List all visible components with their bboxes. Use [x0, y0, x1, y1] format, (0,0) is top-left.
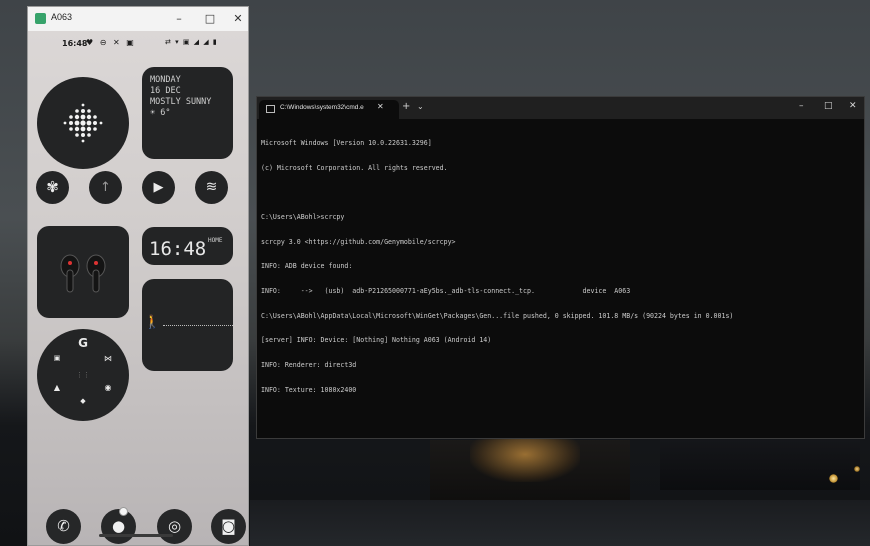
phone-window-titlebar[interactable]: A063 – □ ✕	[28, 7, 248, 31]
spotify-app-icon[interactable]: ≋	[195, 171, 228, 204]
walking-icon: 🚶	[144, 315, 161, 330]
drag-handle-icon: ⋮⋮	[76, 371, 90, 379]
terminal-line: scrcpy 3.0 <https://github.com/Genymobil…	[261, 237, 456, 246]
phone-screen[interactable]: 16:48 ♥ ⊖ ✕ ▣ ⇄ ▾ ▣ ◢ ◢ ▮ MONDAY 16 DEC …	[28, 31, 248, 545]
contacts-icon[interactable]: ▲	[50, 383, 64, 392]
upload-app-icon[interactable]: ↑	[89, 171, 122, 204]
status-system-icons: ⇄ ▾ ▣ ◢ ◢ ▮	[165, 38, 218, 46]
wallpaper-ground	[250, 500, 870, 546]
home-gesture-bar[interactable]	[99, 534, 173, 537]
new-tab-button[interactable]: +	[402, 101, 410, 112]
status-notification-icons: ♥ ⊖ ✕ ▣	[86, 38, 136, 47]
dot-matrix-icon	[63, 103, 103, 143]
weather-temperature: ☀ 6°	[150, 108, 171, 118]
scrcpy-app-icon	[35, 13, 46, 24]
scrcpy-window[interactable]: A063 – □ ✕ 16:48 ♥ ⊖ ✕ ▣ ⇄ ▾ ▣ ◢ ◢ ▮ MON…	[27, 6, 249, 546]
steps-progress-bar	[163, 325, 233, 326]
chrome-icon[interactable]: ◎	[157, 509, 192, 544]
drive-icon[interactable]: ◆	[76, 397, 90, 405]
terminal-titlebar[interactable]: C:\Windows\system32\cmd.e ✕ + ⌄ – □ ✕	[257, 97, 864, 119]
cmd-icon	[266, 105, 275, 113]
weather-condition: MOSTLY SUNNY	[150, 97, 212, 107]
wallpaper-lamp-small	[854, 466, 860, 472]
terminal-window[interactable]: C:\Windows\system32\cmd.e ✕ + ⌄ – □ ✕ Mi…	[256, 96, 865, 439]
terminal-line: C:\Users\ABohl>scrcpy	[261, 213, 345, 222]
weather-date: 16 DEC	[150, 86, 181, 96]
terminal-tab-title: C:\Windows\system32\cmd.e	[280, 104, 364, 111]
terminal-line: Microsoft Windows [Version 10.0.22631.32…	[261, 139, 432, 148]
weather-day: MONDAY	[150, 75, 181, 85]
phone-maximize-button[interactable]: □	[200, 10, 220, 28]
camera-icon[interactable]: ◙	[211, 509, 246, 544]
terminal-maximize-button[interactable]: □	[824, 101, 833, 111]
terminal-line: [server] INFO: Device: [Nothing] Nothing…	[261, 336, 492, 345]
earbuds-icon	[60, 254, 106, 293]
clock-label: HOME	[208, 237, 223, 244]
terminal-close-button[interactable]: ✕	[849, 101, 857, 111]
terminal-output[interactable]: Microsoft Windows [Version 10.0.22631.32…	[261, 123, 861, 410]
status-time: 16:48	[62, 39, 88, 48]
terminal-line: INFO: ADB device found:	[261, 262, 353, 271]
gmail-icon-left[interactable]: ▣	[50, 354, 64, 362]
tab-close-icon[interactable]: ✕	[377, 102, 384, 111]
weather-text: MONDAY 16 DEC MOSTLY SUNNY ☀ 6°	[150, 75, 211, 119]
wallpaper-lamp	[829, 474, 838, 483]
maps-pin-icon[interactable]: ◉	[101, 383, 115, 392]
earbuds-widget[interactable]	[37, 226, 129, 318]
phone-window-title: A063	[51, 12, 73, 22]
dot-matrix-widget[interactable]	[37, 77, 129, 169]
messages-notification-dot	[119, 507, 128, 516]
play-store-app-icon[interactable]: ▶	[142, 171, 175, 204]
fan-app-icon[interactable]: ✾	[36, 171, 69, 204]
terminal-line: INFO: Renderer: direct3d	[261, 360, 357, 369]
google-icon[interactable]: G	[76, 336, 90, 350]
terminal-line: (c) Microsoft Corporation. All rights re…	[261, 164, 448, 173]
gmail-icon[interactable]: ⋈	[101, 354, 115, 363]
tab-dropdown-button[interactable]: ⌄	[417, 102, 424, 111]
wallpaper-porch-light	[470, 436, 580, 482]
terminal-line: INFO: --> (usb) adb-P21265000771-aEy5bs.…	[261, 287, 631, 296]
phone-dialer-icon[interactable]: ✆	[46, 509, 81, 544]
terminal-minimize-button[interactable]: –	[799, 101, 804, 111]
wallpaper-house-right	[660, 440, 860, 490]
terminal-line: C:\Users\ABohl\AppData\Local\Microsoft\W…	[261, 311, 734, 320]
phone-close-button[interactable]: ✕	[228, 10, 248, 28]
terminal-line: INFO: Texture: 1080x2400	[261, 385, 357, 394]
phone-minimize-button[interactable]: –	[169, 10, 189, 28]
terminal-tab[interactable]: C:\Windows\system32\cmd.e ✕	[259, 100, 399, 119]
messages-icon[interactable]: ●	[101, 509, 136, 544]
clock-time: 16:48	[149, 238, 207, 260]
